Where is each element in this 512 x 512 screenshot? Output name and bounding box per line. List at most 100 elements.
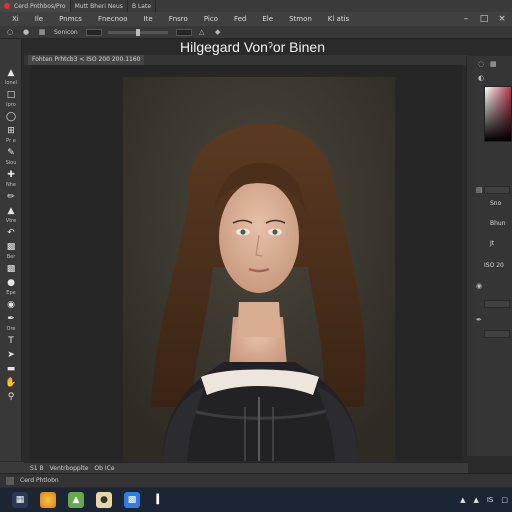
statusbar-left	[0, 462, 24, 473]
crop-tool-icon[interactable]: ⊞	[3, 125, 19, 137]
photoshop-icon[interactable]: ▩	[124, 492, 140, 508]
layers-icon[interactable]: ▤	[476, 186, 483, 194]
flow-slider[interactable]	[107, 28, 168, 36]
menu-item-2[interactable]: Pnmcs	[51, 15, 90, 23]
chart-icon[interactable]: ▍	[152, 492, 168, 508]
window-titlebar: Cerd Pnthbos/Pro Mutt Bheri Neus B Late	[0, 0, 512, 12]
type-tool-icon[interactable]: T	[3, 335, 19, 347]
windows-icon[interactable]: ▦	[12, 492, 28, 508]
menu-item-10[interactable]: Kl atis	[320, 15, 357, 23]
document-status-bar: S1 B Ventrbopplte Ob ICe	[24, 462, 468, 473]
status-info: Ventrbopplte	[49, 464, 89, 472]
window-tab-3[interactable]: B Late	[128, 0, 157, 12]
window-tab-label: B Late	[131, 2, 152, 10]
right-panel-label-1: Bhun	[490, 220, 506, 227]
window-tab-label: Mutt Bheri Neus	[74, 2, 123, 10]
airbrush-icon[interactable]: △	[198, 28, 206, 36]
shape-tool-icon[interactable]: ▬	[3, 363, 19, 375]
document-tab-bar: Fohten Prhtcb3 < ISO 200 200.1160	[24, 55, 468, 65]
eyedropper-tool-icon[interactable]: ✎	[3, 147, 19, 159]
options-bar: ○ ● ▦ Sonicon △ ◆	[0, 26, 512, 39]
gradient-tool-icon[interactable]: ▩	[3, 263, 19, 275]
tools-panel: ▲ Ionel □ Ipro ◯ ⊞ Pr e ✎ Siou ✚ Nhe ✏ ▲…	[0, 39, 22, 461]
options-label: Sonicon	[54, 28, 78, 36]
color-panel-icon[interactable]: ◌	[478, 60, 484, 68]
toolbar-label-1: Ipro	[6, 102, 16, 108]
document-canvas[interactable]	[123, 77, 395, 461]
toolbar-label-8: Ore	[6, 326, 16, 332]
notification-icon[interactable]: □	[501, 496, 508, 504]
window-controls: – □ ×	[454, 12, 508, 26]
close-dot-icon[interactable]	[4, 3, 10, 9]
toolbar-label-5: Vtre	[5, 218, 17, 224]
menu-item-9[interactable]: Stmon	[281, 15, 320, 23]
menu-item-8[interactable]: Ele	[254, 15, 281, 23]
adjustments-icon[interactable]: ◐	[478, 74, 484, 82]
tray-text[interactable]: IS	[487, 496, 494, 504]
mode-icon[interactable]: ▦	[38, 28, 46, 36]
menu-item-0[interactable]: Xi	[4, 15, 27, 23]
color-picker-field[interactable]	[484, 86, 512, 142]
document-title: Hilgegard Vonˀor Binen	[180, 39, 325, 55]
zoom-tool-icon[interactable]: ⚲	[3, 391, 19, 403]
move-tool-icon[interactable]: ▲	[3, 67, 19, 79]
volume-icon[interactable]: ▲	[473, 496, 478, 504]
menu-item-7[interactable]: Fed	[226, 15, 254, 23]
minimize-icon[interactable]: –	[460, 13, 472, 25]
document-tab[interactable]: Fohten Prhtcb3 < ISO 200 200.1160	[28, 55, 145, 65]
toolbar-label-6: Ber	[6, 254, 16, 260]
brush-size-icon[interactable]: ●	[22, 28, 30, 36]
maximize-icon[interactable]: □	[478, 13, 490, 25]
browser-icon[interactable]	[40, 492, 56, 508]
history-brush-tool-icon[interactable]: ↶	[3, 227, 19, 239]
channels-icon[interactable]: ◉	[476, 282, 482, 290]
marquee-tool-icon[interactable]: □	[3, 89, 19, 101]
menu-item-3[interactable]: Fnecnoo	[90, 15, 136, 23]
lasso-tool-icon[interactable]: ◯	[3, 111, 19, 123]
menu-bar: Xi Ile Pnmcs Fnecnoo Ite Fnsro Pico Fed …	[0, 12, 512, 26]
close-icon[interactable]: ×	[496, 13, 508, 25]
window-tab-label: Cerd Pnthbos/Pro	[14, 2, 66, 10]
tool-preset-icon[interactable]: ○	[6, 28, 14, 36]
folder-icon[interactable]: ▲	[68, 492, 84, 508]
swatches-icon[interactable]: ▦	[490, 60, 497, 68]
opacity-field[interactable]	[85, 28, 102, 36]
status-extra: Ob ICe	[94, 464, 115, 472]
brush-tool-icon[interactable]: ✏	[3, 191, 19, 203]
menu-item-1[interactable]: Ile	[27, 15, 51, 23]
flow-field[interactable]	[175, 28, 192, 36]
system-tray: ▲ ▲ IS □	[452, 488, 508, 512]
panel-field-2[interactable]	[484, 300, 510, 308]
window-tab-1[interactable]: Cerd Pnthbos/Pro	[0, 0, 71, 12]
menu-item-6[interactable]: Pico	[196, 15, 226, 23]
panel-collapse-strip[interactable]	[466, 56, 474, 456]
blur-tool-icon[interactable]: ●	[3, 277, 19, 289]
network-icon[interactable]: ▲	[460, 496, 465, 504]
toolbar-label-7: Epe	[6, 290, 16, 296]
toolbar-label-4: Nhe	[6, 182, 16, 188]
zoom-level[interactable]: S1 B	[30, 465, 44, 472]
panel-field-1[interactable]	[484, 186, 510, 194]
stamp-tool-icon[interactable]: ▲	[3, 205, 19, 217]
pen-tool-icon[interactable]: ✒	[3, 313, 19, 325]
dodge-tool-icon[interactable]: ◉	[3, 299, 19, 311]
panel-field-3[interactable]	[484, 330, 510, 338]
path-select-tool-icon[interactable]: ➤	[3, 349, 19, 361]
portrait-image	[123, 77, 395, 461]
right-panel-label-2: Jt	[490, 240, 495, 247]
window-tab-2[interactable]: Mutt Bheri Neus	[71, 0, 128, 12]
paths-icon[interactable]: ✒	[476, 316, 482, 324]
app-icon[interactable]: ●	[96, 492, 112, 508]
os-taskbar: ▦ ▲ ● ▩ ▍ ▲ ▲ IS □	[0, 488, 512, 512]
eraser-tool-icon[interactable]: ▩	[3, 241, 19, 253]
pressure-icon[interactable]: ◆	[214, 28, 222, 36]
right-panel-label-0: Sno	[490, 200, 502, 207]
menu-item-4[interactable]: Ite	[136, 15, 161, 23]
menu-item-5[interactable]: Fnsro	[161, 15, 196, 23]
healing-tool-icon[interactable]: ✚	[3, 169, 19, 181]
app-status-label: Cerd Phtlobn	[20, 477, 59, 484]
hand-tool-icon[interactable]: ✋	[3, 377, 19, 389]
right-panel-label-3: ISO 20	[484, 262, 504, 269]
app-status-icon	[6, 476, 14, 485]
toolbar-label-0: Ionel	[4, 80, 18, 86]
